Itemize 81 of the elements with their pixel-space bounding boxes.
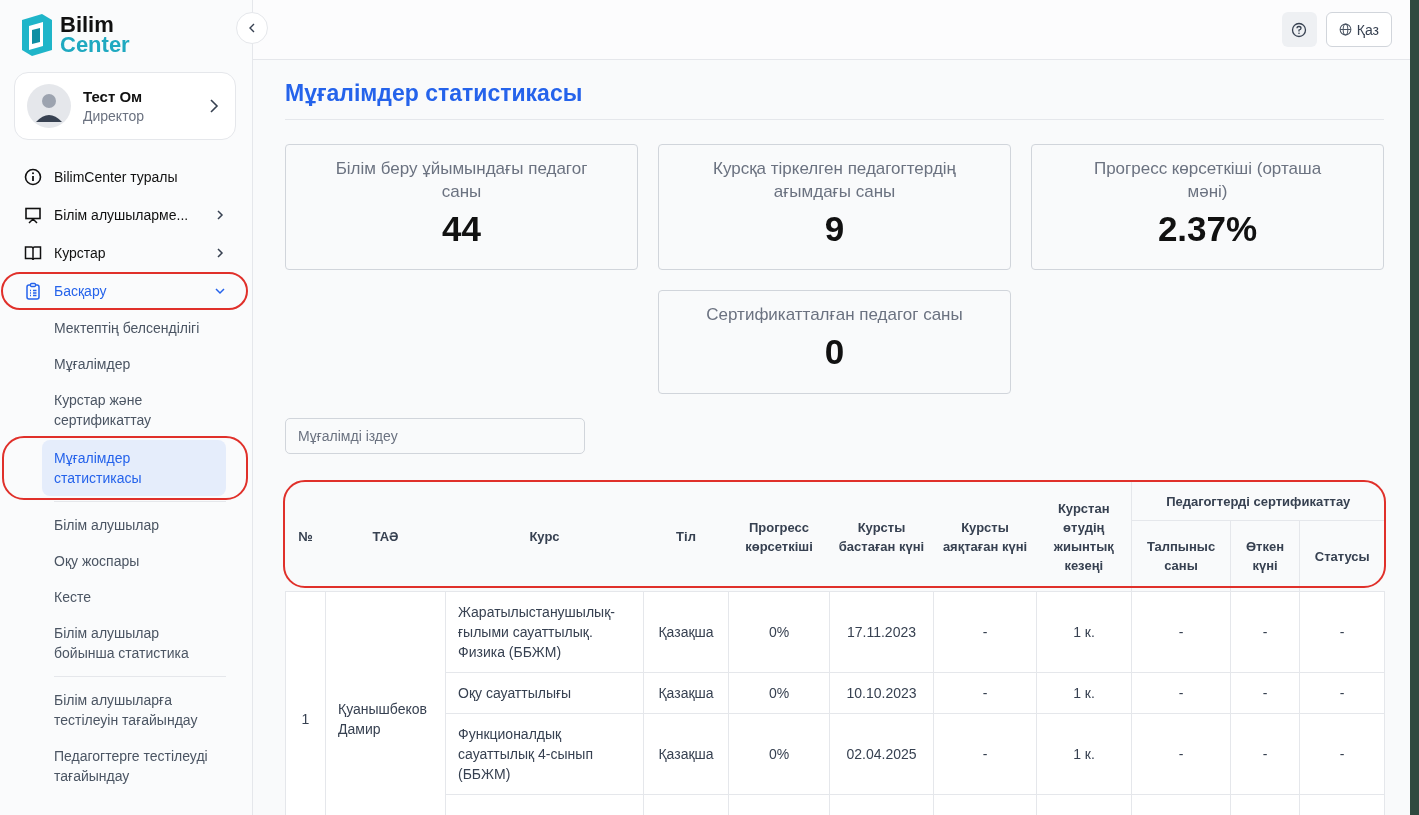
submenu-item[interactable]: Білім алушылар бойынша статистика [42, 615, 226, 671]
help-button[interactable] [1281, 12, 1317, 47]
table-cell: 1 к. [1036, 713, 1132, 795]
table-cell: 10.10.2023 [829, 672, 934, 714]
chevron-down-icon [214, 285, 226, 297]
table-cell: - [933, 591, 1037, 673]
table-cell: - [933, 713, 1037, 795]
table-cell: - [1131, 672, 1231, 714]
table-cell: Қазақша [643, 713, 729, 795]
nav-label: Курстар [54, 245, 107, 261]
table-cell: Қазақша [643, 591, 729, 673]
chevron-right-icon [209, 99, 219, 113]
submenu-item[interactable]: Педагогтерге тестілеуді тағайындау [42, 738, 226, 794]
submenu-item[interactable]: Курстар және сертификаттау [42, 382, 226, 438]
column-header: Статусы [1299, 520, 1385, 592]
nav-item[interactable]: Білім алушыларме... [14, 196, 236, 234]
submenu-item[interactable]: Кесте [42, 579, 226, 615]
submenu-item[interactable]: Білім алушыларға тестілеуін тағайындау [42, 682, 226, 738]
column-header: Өткен күні [1230, 520, 1300, 592]
table-cell: - [1299, 713, 1385, 795]
language-button[interactable]: Қаз [1325, 12, 1392, 47]
submenu-item[interactable]: Мектептің белсенділігі [42, 310, 226, 346]
table-cell: - [933, 672, 1037, 714]
stat-value: 9 [824, 209, 845, 249]
table-cell: 1 к. [1036, 591, 1132, 673]
stat-label: Сертификатталған педагог саны [705, 304, 964, 326]
page-title: Мұғалімдер статистикасы [285, 80, 1384, 120]
table-cell: - [1131, 591, 1231, 673]
table-cell: 0% [728, 591, 830, 673]
table-cell: 0% [728, 713, 830, 795]
column-header: Курстан өтудің жиынтық кезеңі [1036, 482, 1132, 592]
avatar-icon [27, 84, 71, 128]
chevron-right-icon [214, 209, 226, 221]
submenu-item[interactable]: Мұғалімдер [42, 346, 226, 382]
nav-label: Басқару [54, 283, 108, 299]
logo-text: Bilim [60, 15, 115, 35]
table-cell: Қуанышбеков Дамир [325, 591, 446, 815]
nav-label: BilimCenter туралы [54, 169, 179, 185]
presentation-board-icon [24, 206, 42, 224]
user-name: Тест Ом [83, 88, 144, 105]
table-cell: - [1230, 672, 1300, 714]
submenu-item[interactable]: Оқу жоспары [42, 543, 226, 579]
stat-value: 44 [442, 209, 481, 249]
column-group-header: Педагогтерді сертификаттау [1131, 482, 1385, 521]
table-cell: Оқу сауаттылығы [445, 672, 644, 714]
info-icon [24, 168, 42, 186]
user-card[interactable]: Тест Ом Директор [14, 72, 236, 140]
table-cell: - [1299, 672, 1385, 714]
nav-label: Білім алушыларме... [54, 207, 190, 223]
nav-item[interactable]: Курстар [14, 234, 236, 272]
table-cell: Жаратылыстанушылық-ғылыми сауаттылық. Физика (ББЖМ) [445, 591, 644, 673]
table-cell: 0% [728, 672, 830, 714]
table-cell: - [1230, 591, 1300, 673]
table-cell: 1 [285, 591, 326, 815]
user-role: Директор [83, 108, 145, 124]
chevron-right-icon [214, 247, 226, 259]
column-header: Талпыныс саны [1131, 520, 1231, 592]
stat-value: 0 [824, 332, 845, 372]
stat-label: Білім беру ұйымындағы педагог саны [334, 158, 589, 203]
table-cell: - [1230, 713, 1300, 795]
table-cell: - [1131, 713, 1231, 795]
table-cell: Қазақша [643, 672, 729, 714]
table-cell: 02.04.2025 [829, 713, 934, 795]
stat-label: Прогресс көрсеткіші (орташа мәні) [1092, 158, 1323, 203]
submenu-item[interactable]: Мұғалімдер статистикасы [42, 440, 226, 496]
stat-value: 2.37% [1157, 209, 1258, 249]
help-icon [1291, 21, 1308, 38]
logo-text: Center [60, 35, 130, 55]
nav-item[interactable]: Басқару [14, 272, 236, 310]
book-icon [24, 244, 42, 262]
table-cell: 1 к. [1036, 672, 1132, 714]
globe-icon [1338, 23, 1352, 36]
table-cell: 17.11.2023 [829, 591, 934, 673]
table-cell: - [1299, 591, 1385, 673]
table-cell: Функционалдық сауаттылық 4-сынып (ББЖМ) [445, 713, 644, 795]
search-field[interactable]: Мұғалімді іздеу [285, 418, 585, 454]
stat-label: Курсқа тіркелген педагогтердің ағымдағы саны [712, 158, 957, 203]
nav-item[interactable]: BilimCenter туралы [14, 158, 236, 196]
submenu-item[interactable]: Білім алушылар [42, 507, 226, 543]
clipboard-list-icon [24, 282, 42, 300]
chevron-left-icon [248, 23, 256, 33]
